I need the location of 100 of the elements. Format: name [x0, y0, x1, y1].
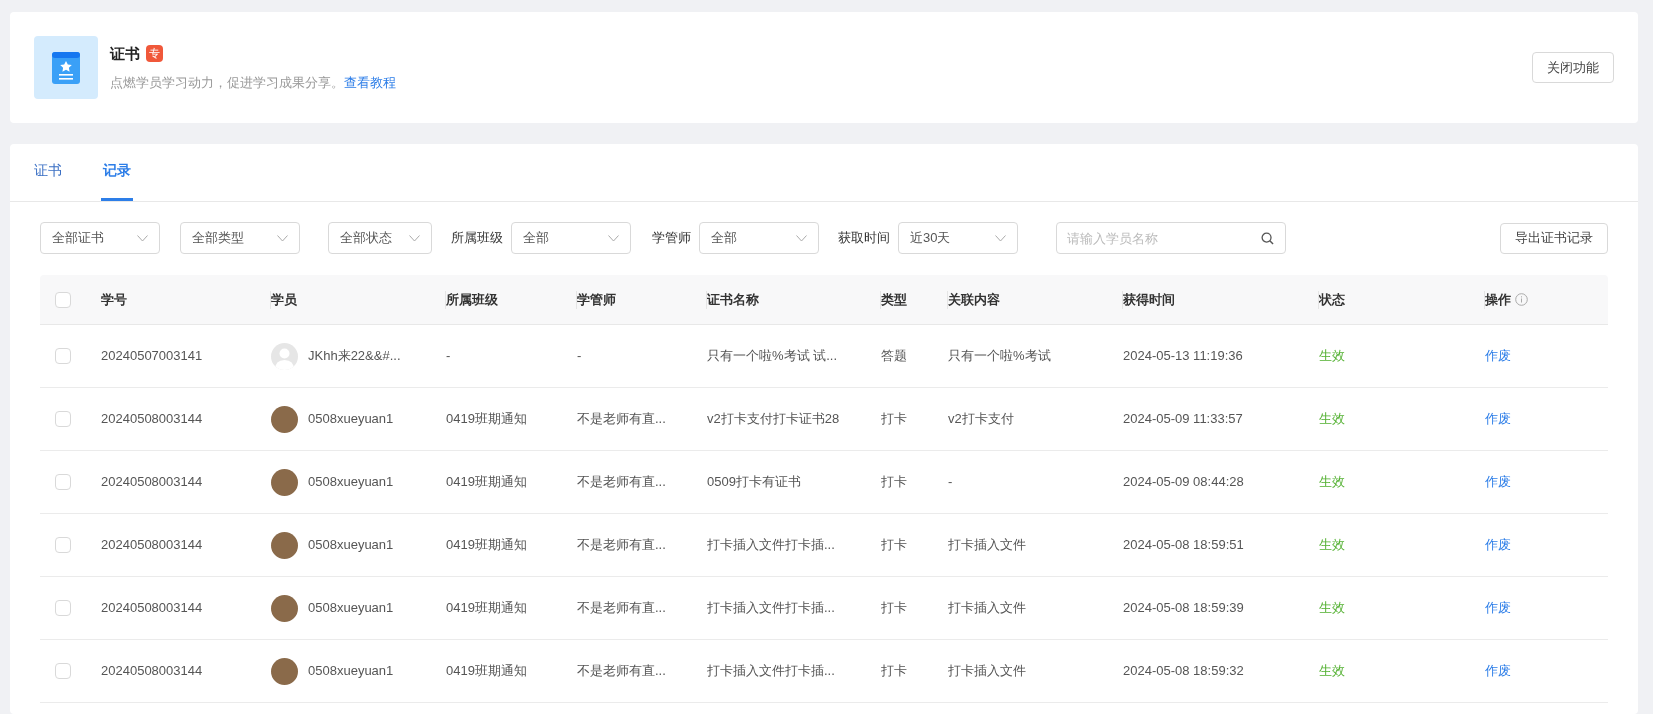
- filter-dropdown[interactable]: 全部证书: [40, 222, 160, 254]
- chevron-down-icon: [409, 234, 420, 242]
- table-cell-text: 不是老师有直...: [577, 410, 666, 429]
- checkbox[interactable]: [55, 411, 71, 427]
- table-cell-text: 2024-05-09 08:44:28: [1123, 473, 1244, 492]
- table-cell-text: 不是老师有直...: [577, 536, 666, 555]
- table-cell-text: 打卡: [881, 662, 907, 681]
- status-text: 生效: [1319, 347, 1345, 366]
- filter-dropdown[interactable]: 全部: [511, 222, 631, 254]
- table-cell-text: -: [446, 347, 451, 366]
- table-cell-text: 0419班期通知: [446, 662, 527, 681]
- tab[interactable]: 记录: [101, 157, 133, 201]
- chevron-down-icon: [137, 234, 148, 242]
- filter-dropdown[interactable]: 全部类型: [180, 222, 300, 254]
- column-header: 学管师: [577, 290, 616, 309]
- checkbox[interactable]: [55, 537, 71, 553]
- chevron-down-icon: [995, 234, 1006, 242]
- chevron-down-icon: [608, 234, 619, 242]
- void-link[interactable]: 作废: [1485, 409, 1511, 429]
- table-cell-text: 0509打卡有证书: [707, 473, 801, 492]
- status-text: 生效: [1319, 410, 1345, 429]
- checkbox[interactable]: [55, 474, 71, 490]
- table-cell-text: 打卡: [881, 410, 907, 429]
- filter-label: 学管师: [652, 229, 691, 248]
- void-link[interactable]: 作废: [1485, 472, 1511, 492]
- info-icon: [1515, 293, 1528, 306]
- void-link[interactable]: 作废: [1485, 535, 1511, 555]
- filter-dropdown[interactable]: 全部: [699, 222, 819, 254]
- checkbox[interactable]: [55, 600, 71, 616]
- column-header: 状态: [1319, 290, 1345, 309]
- table-cell-text: 2024-05-13 11:19:36: [1123, 347, 1243, 366]
- chevron-down-icon: [796, 234, 807, 242]
- status-text: 生效: [1319, 473, 1345, 492]
- column-header: 获得时间: [1123, 290, 1175, 309]
- table-cell-text: 20240508003144: [101, 662, 203, 681]
- column-header: 所属班级: [446, 290, 498, 309]
- table-cell-text: 不是老师有直...: [577, 662, 666, 681]
- table-cell-text: 打卡插入文件打卡插...: [707, 662, 835, 681]
- table-cell-text: 答题: [881, 347, 907, 366]
- checkbox[interactable]: [55, 291, 71, 308]
- table-cell-text: 只有一个啦%考试: [948, 347, 1051, 366]
- status-text: 生效: [1319, 662, 1345, 681]
- filter-dropdown[interactable]: 全部状态: [328, 222, 432, 254]
- table-cell-text: 20240508003144: [101, 473, 203, 492]
- table-cell-text: 打卡插入文件打卡插...: [707, 599, 835, 618]
- filter-dropdown[interactable]: 近30天: [898, 222, 1018, 254]
- table-cell-text: JKhh来22&&#...: [308, 347, 401, 366]
- chevron-down-icon: [277, 234, 288, 242]
- table-cell-text: 不是老师有直...: [577, 473, 666, 492]
- column-header: 证书名称: [707, 290, 759, 309]
- table-cell-text: 打卡插入文件: [948, 599, 1026, 618]
- table-cell-text: 只有一个啦%考试 试...: [707, 347, 837, 366]
- void-link[interactable]: 作废: [1485, 598, 1511, 618]
- table-cell-text: 打卡: [881, 536, 907, 555]
- table-cell-text: 0508xueyuan1: [308, 536, 394, 555]
- table-cell-text: v2打卡支付: [948, 410, 1014, 429]
- table-cell-text: 2024-05-08 18:59:51: [1123, 536, 1244, 555]
- column-header: 学员: [271, 290, 297, 309]
- tutorial-link[interactable]: 查看教程: [344, 73, 396, 93]
- column-header: 学号: [101, 290, 127, 309]
- feature-description: 点燃学员学习动力，促进学习成果分享。: [110, 74, 344, 92]
- table-cell-text: 2024-05-08 18:59:32: [1123, 662, 1244, 681]
- table-cell-text: 2024-05-08 18:59:39: [1123, 599, 1244, 618]
- table-cell-text: 打卡: [881, 473, 907, 492]
- search-field[interactable]: 请输入学员名称: [1056, 222, 1286, 254]
- table-cell-text: 打卡插入文件打卡插...: [707, 536, 835, 555]
- table-cell-text: 0419班期通知: [446, 473, 527, 492]
- table-cell-text: -: [577, 347, 582, 366]
- status-text: 生效: [1319, 599, 1345, 618]
- status-text: 生效: [1319, 536, 1345, 555]
- table-cell-text: v2打卡支付打卡证书28: [707, 410, 840, 429]
- feature-title: 证书: [110, 43, 140, 64]
- checkbox[interactable]: [55, 348, 71, 364]
- table-cell-text: 0508xueyuan1: [308, 599, 394, 618]
- table-cell-text: 0508xueyuan1: [308, 662, 394, 681]
- table-cell-text: 打卡: [881, 599, 907, 618]
- table-cell-text: 0419班期通知: [446, 536, 527, 555]
- certificate-icon: [34, 36, 98, 99]
- table-cell-text: 20240508003144: [101, 599, 203, 618]
- void-link[interactable]: 作废: [1485, 346, 1511, 366]
- column-header: 关联内容: [948, 290, 1000, 309]
- table-cell-text: -: [948, 473, 953, 492]
- table-cell-text: 0508xueyuan1: [308, 473, 394, 492]
- tab[interactable]: 证书: [32, 157, 64, 201]
- table-cell-text: 0419班期通知: [446, 410, 527, 429]
- table-cell-text: 0419班期通知: [446, 599, 527, 618]
- export-button[interactable]: 导出证书记录: [1500, 222, 1608, 254]
- checkbox[interactable]: [55, 663, 71, 679]
- table-cell-text: 打卡插入文件: [948, 662, 1026, 681]
- table-cell-text: 打卡插入文件: [948, 536, 1026, 555]
- pro-badge: 专: [146, 45, 163, 63]
- close-feature-button[interactable]: 关闭功能: [1532, 52, 1614, 83]
- table-cell-text: 不是老师有直...: [577, 599, 666, 618]
- filter-label: 获取时间: [838, 229, 890, 248]
- column-header: 操作: [1485, 290, 1511, 309]
- table-cell-text: 20240507003141: [101, 347, 203, 366]
- table-cell-text: 2024-05-09 11:33:57: [1123, 410, 1243, 429]
- table-cell-text: 20240508003144: [101, 410, 203, 429]
- table-cell-text: 20240508003144: [101, 536, 203, 555]
- void-link[interactable]: 作废: [1485, 661, 1511, 681]
